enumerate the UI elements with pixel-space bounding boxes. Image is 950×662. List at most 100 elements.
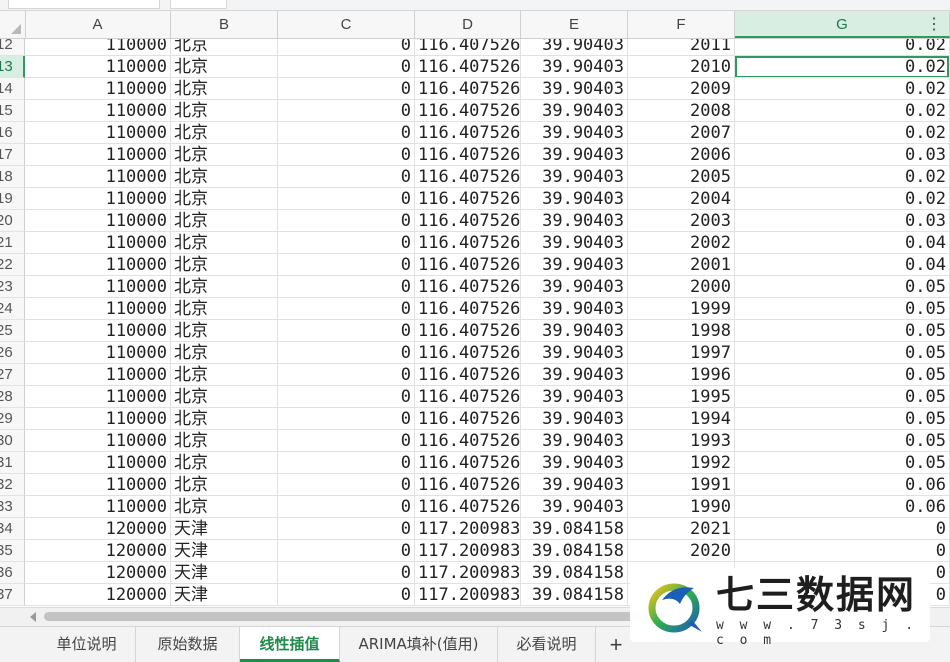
cell-f[interactable]: 1995 xyxy=(628,386,735,408)
cell-f[interactable]: 2006 xyxy=(628,144,735,166)
cell-g[interactable]: 0.05 xyxy=(735,452,950,474)
column-header-f[interactable]: F xyxy=(628,11,735,38)
row-header[interactable]: 24 xyxy=(0,298,25,320)
cell-f[interactable]: 1999 xyxy=(628,298,735,320)
cell-d[interactable]: 116.407526 xyxy=(415,56,521,78)
cell-g[interactable]: 0.02 xyxy=(735,122,950,144)
row-header[interactable]: 29 xyxy=(0,408,25,430)
cell-g[interactable]: 0.02 xyxy=(735,188,950,210)
cell-d[interactable]: 116.407526 xyxy=(415,320,521,342)
cell-e[interactable]: 39.90403 xyxy=(521,386,628,408)
cell-f[interactable]: 2020 xyxy=(628,540,735,562)
row-header[interactable]: 31 xyxy=(0,452,25,474)
cell-a[interactable]: 110000 xyxy=(25,298,171,320)
cell-b[interactable]: 北京 xyxy=(171,276,278,298)
cell-d[interactable]: 116.407526 xyxy=(415,100,521,122)
cell-f[interactable]: 2004 xyxy=(628,188,735,210)
cell-a[interactable]: 110000 xyxy=(25,188,171,210)
cell-g[interactable]: 0.04 xyxy=(735,254,950,276)
cell-f[interactable]: 2009 xyxy=(628,78,735,100)
row-header[interactable]: 20 xyxy=(0,210,25,232)
cell-c[interactable]: 0 xyxy=(278,430,415,452)
cell-b[interactable]: 北京 xyxy=(171,320,278,342)
cell-c[interactable]: 0 xyxy=(278,276,415,298)
cell-e[interactable]: 39.90403 xyxy=(521,144,628,166)
cell-g[interactable]: 0.05 xyxy=(735,430,950,452)
row-header[interactable]: 15 xyxy=(0,100,25,122)
cell-e[interactable]: 39.90403 xyxy=(521,452,628,474)
cell-d[interactable]: 116.407526 xyxy=(415,122,521,144)
cell-b[interactable]: 北京 xyxy=(171,56,278,78)
cell-d[interactable]: 116.407526 xyxy=(415,474,521,496)
cell-a[interactable]: 110000 xyxy=(25,496,171,518)
cell-b[interactable]: 北京 xyxy=(171,232,278,254)
cell-c[interactable]: 0 xyxy=(278,122,415,144)
cell-f[interactable]: 2003 xyxy=(628,210,735,232)
cell-b[interactable]: 北京 xyxy=(171,39,278,56)
cell-b[interactable]: 北京 xyxy=(171,254,278,276)
cell-g[interactable]: 0.05 xyxy=(735,298,950,320)
cell-a[interactable]: 110000 xyxy=(25,122,171,144)
cell-b[interactable]: 北京 xyxy=(171,430,278,452)
cell-c[interactable]: 0 xyxy=(278,496,415,518)
cell-g[interactable]: 0.03 xyxy=(735,210,950,232)
cell-c[interactable]: 0 xyxy=(278,452,415,474)
cell-d[interactable]: 117.200983 xyxy=(415,584,521,606)
cell-b[interactable]: 北京 xyxy=(171,342,278,364)
cell-a[interactable]: 110000 xyxy=(25,144,171,166)
cell-g[interactable]: 0.03 xyxy=(735,144,950,166)
cell-b[interactable]: 天津 xyxy=(171,540,278,562)
cell-b[interactable]: 北京 xyxy=(171,122,278,144)
cell-g[interactable]: 0.02 xyxy=(735,39,950,56)
cell-b[interactable]: 天津 xyxy=(171,518,278,540)
cell-e[interactable]: 39.084158 xyxy=(521,562,628,584)
row-header[interactable]: 21 xyxy=(0,232,25,254)
row-header[interactable]: 27 xyxy=(0,364,25,386)
row-header[interactable]: 12 xyxy=(0,39,25,56)
cell-g[interactable]: 0.05 xyxy=(735,386,950,408)
cell-a[interactable]: 110000 xyxy=(25,276,171,298)
cell-f[interactable]: 2001 xyxy=(628,254,735,276)
row-header[interactable]: 32 xyxy=(0,474,25,496)
sheet-tab[interactable]: 单位说明 xyxy=(38,627,136,662)
cell-f[interactable]: 1994 xyxy=(628,408,735,430)
column-header-a[interactable]: A xyxy=(25,11,171,38)
cell-a[interactable]: 110000 xyxy=(25,56,171,78)
cell-a[interactable]: 110000 xyxy=(25,474,171,496)
row-header[interactable]: 34 xyxy=(0,518,25,540)
cell-g[interactable]: 0.05 xyxy=(735,320,950,342)
cell-b[interactable]: 北京 xyxy=(171,188,278,210)
cell-c[interactable]: 0 xyxy=(278,364,415,386)
cell-c[interactable]: 0 xyxy=(278,232,415,254)
cell-e[interactable]: 39.90403 xyxy=(521,496,628,518)
cell-a[interactable]: 110000 xyxy=(25,408,171,430)
cell-e[interactable]: 39.90403 xyxy=(521,254,628,276)
cell-g[interactable]: 0.02 xyxy=(735,166,950,188)
cell-b[interactable]: 北京 xyxy=(171,100,278,122)
cell-g[interactable]: 0.05 xyxy=(735,408,950,430)
cell-e[interactable]: 39.90403 xyxy=(521,276,628,298)
cell-g[interactable]: 0 xyxy=(735,518,950,540)
cell-e[interactable]: 39.90403 xyxy=(521,188,628,210)
cell-b[interactable]: 北京 xyxy=(171,474,278,496)
cell-f[interactable]: 1997 xyxy=(628,342,735,364)
cell-a[interactable]: 110000 xyxy=(25,452,171,474)
add-sheet-button[interactable]: + xyxy=(600,627,632,662)
column-header-g[interactable]: G xyxy=(735,11,950,38)
cell-f[interactable]: 1993 xyxy=(628,430,735,452)
cell-b[interactable]: 天津 xyxy=(171,562,278,584)
column-header-c[interactable]: C xyxy=(278,11,415,38)
cell-e[interactable]: 39.90403 xyxy=(521,474,628,496)
cell-c[interactable]: 0 xyxy=(278,386,415,408)
cell-d[interactable]: 116.407526 xyxy=(415,496,521,518)
cell-b[interactable]: 北京 xyxy=(171,78,278,100)
cell-a[interactable]: 110000 xyxy=(25,39,171,56)
cell-b[interactable]: 北京 xyxy=(171,496,278,518)
cell-c[interactable]: 0 xyxy=(278,408,415,430)
cell-f[interactable]: 2005 xyxy=(628,166,735,188)
cell-f[interactable]: 1991 xyxy=(628,474,735,496)
formula-function-area[interactable] xyxy=(170,0,227,9)
cell-f[interactable]: 1992 xyxy=(628,452,735,474)
cell-a[interactable]: 110000 xyxy=(25,100,171,122)
cell-g[interactable]: 0.05 xyxy=(735,342,950,364)
